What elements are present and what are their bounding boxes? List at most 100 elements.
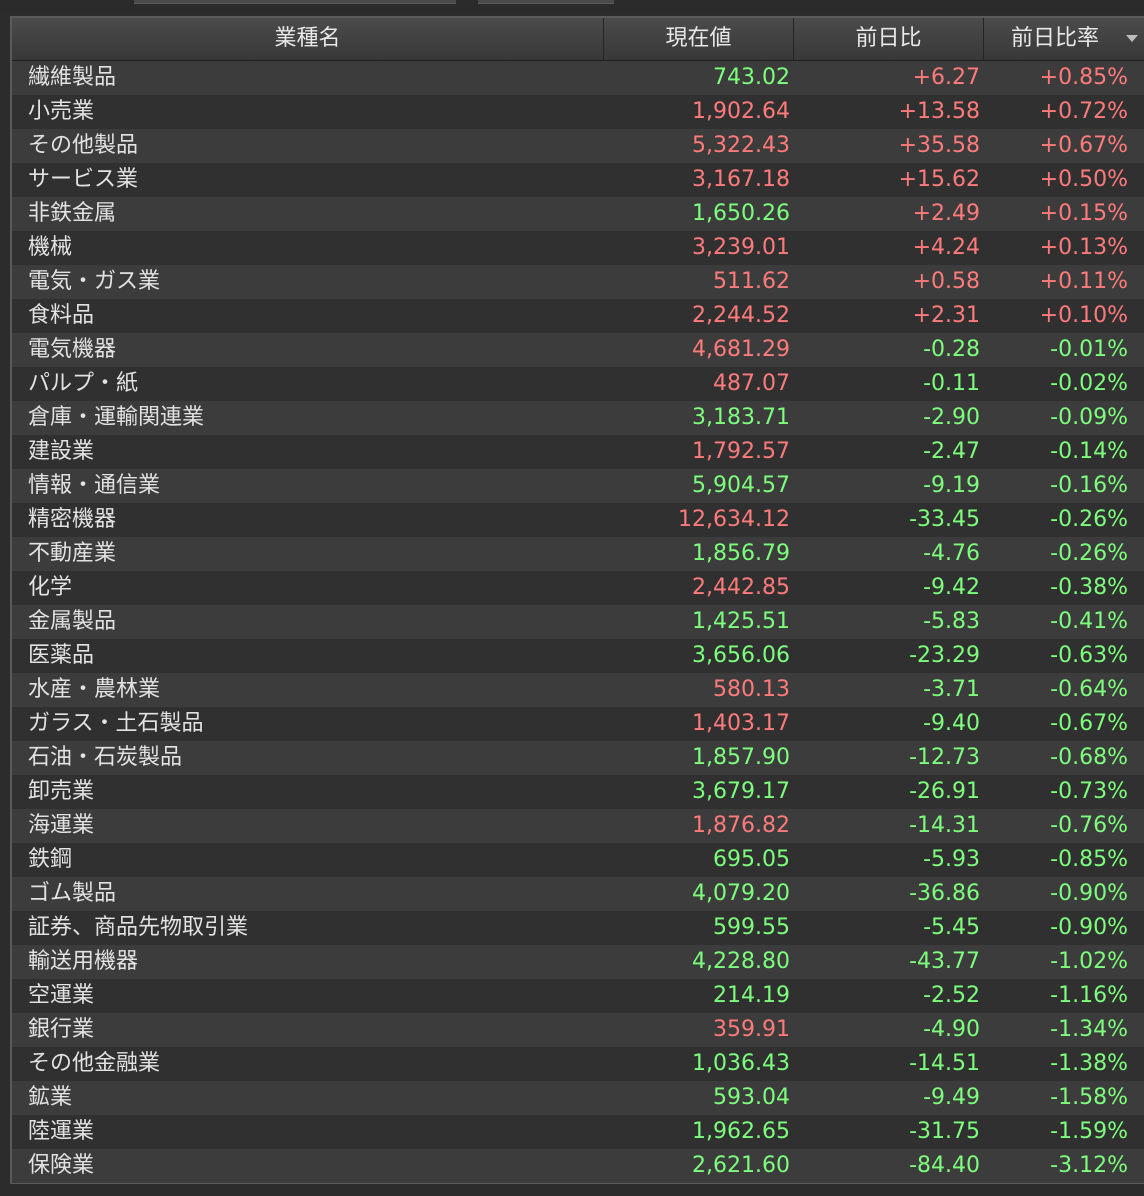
change-rate-cell: -1.59% bbox=[1050, 1119, 1128, 1144]
change-cell: -9.40 bbox=[923, 711, 980, 736]
toolbar-tab[interactable] bbox=[134, 0, 456, 4]
table-row[interactable]: 不動産業 1,856.79 -4.76 -0.26% bbox=[12, 537, 1144, 571]
sector-name-cell: 保険業 bbox=[28, 1153, 95, 1178]
table-row[interactable]: 海運業 1,876.82 -14.31 -0.76% bbox=[12, 809, 1144, 843]
change-cell: -5.45 bbox=[923, 915, 980, 940]
sector-name-cell: 倉庫・運輸関連業 bbox=[28, 405, 205, 430]
table-row[interactable]: 保険業 2,621.60 -84.40 -3.12% bbox=[12, 1149, 1144, 1183]
change-rate-cell: -0.63% bbox=[1050, 643, 1128, 668]
table-row[interactable]: 倉庫・運輸関連業 3,183.71 -2.90 -0.09% bbox=[12, 401, 1144, 435]
table-row[interactable]: 食料品 2,244.52 +2.31 +0.10% bbox=[12, 299, 1144, 333]
table-row[interactable]: 石油・石炭製品 1,857.90 -12.73 -0.68% bbox=[12, 741, 1144, 775]
change-cell: -2.52 bbox=[923, 983, 980, 1008]
change-cell: +35.58 bbox=[898, 133, 980, 158]
sector-name-cell: 情報・通信業 bbox=[28, 473, 161, 498]
table-row[interactable]: ガラス・土石製品 1,403.17 -9.40 -0.67% bbox=[12, 707, 1144, 741]
sector-name-cell: 石油・石炭製品 bbox=[28, 745, 183, 770]
column-header-current-price[interactable]: 現在値 bbox=[604, 18, 794, 60]
table-row[interactable]: 建設業 1,792.57 -2.47 -0.14% bbox=[12, 435, 1144, 469]
table-row[interactable]: サービス業 3,167.18 +15.62 +0.50% bbox=[12, 163, 1144, 197]
sort-descending-icon[interactable] bbox=[1126, 35, 1138, 42]
table-row[interactable]: 化学 2,442.85 -9.42 -0.38% bbox=[12, 571, 1144, 605]
table-header: 業種名 現在値 前日比 前日比率 bbox=[12, 18, 1144, 61]
change-cell: -5.93 bbox=[923, 847, 980, 872]
current-price-cell: 4,079.20 bbox=[692, 881, 790, 906]
sector-name-cell: 卸売業 bbox=[28, 779, 95, 804]
sector-name-cell: その他金融業 bbox=[28, 1051, 161, 1076]
current-price-cell: 1,902.64 bbox=[692, 99, 790, 124]
change-cell: -2.90 bbox=[923, 405, 980, 430]
table-row[interactable]: 医薬品 3,656.06 -23.29 -0.63% bbox=[12, 639, 1144, 673]
change-cell: +2.49 bbox=[912, 201, 980, 226]
table-row[interactable]: 情報・通信業 5,904.57 -9.19 -0.16% bbox=[12, 469, 1144, 503]
change-rate-cell: -0.26% bbox=[1050, 507, 1128, 532]
change-rate-cell: -1.38% bbox=[1050, 1051, 1128, 1076]
table-row[interactable]: 輸送用機器 4,228.80 -43.77 -1.02% bbox=[12, 945, 1144, 979]
toolbar-tab[interactable] bbox=[478, 0, 614, 4]
table-row[interactable]: 電気・ガス業 511.62 +0.58 +0.11% bbox=[12, 265, 1144, 299]
change-cell: -0.28 bbox=[923, 337, 980, 362]
current-price-cell: 359.91 bbox=[713, 1017, 790, 1042]
table-row[interactable]: 空運業 214.19 -2.52 -1.16% bbox=[12, 979, 1144, 1013]
table-row[interactable]: 金属製品 1,425.51 -5.83 -0.41% bbox=[12, 605, 1144, 639]
change-rate-cell: -0.90% bbox=[1050, 881, 1128, 906]
change-cell: -4.90 bbox=[923, 1017, 980, 1042]
table-row[interactable]: 小売業 1,902.64 +13.58 +0.72% bbox=[12, 95, 1144, 129]
column-header-change-rate[interactable]: 前日比率 bbox=[984, 18, 1144, 60]
change-cell: -33.45 bbox=[909, 507, 980, 532]
table-row[interactable]: 精密機器 12,634.12 -33.45 -0.26% bbox=[12, 503, 1144, 537]
current-price-cell: 5,904.57 bbox=[692, 473, 790, 498]
sector-name-cell: 輸送用機器 bbox=[28, 949, 139, 974]
change-rate-cell: -0.14% bbox=[1050, 439, 1128, 464]
sector-name-cell: 陸運業 bbox=[28, 1119, 95, 1144]
sector-name-cell: 鉄鋼 bbox=[28, 847, 73, 872]
column-header-sector-name[interactable]: 業種名 bbox=[12, 18, 604, 60]
current-price-cell: 4,681.29 bbox=[692, 337, 790, 362]
change-rate-cell: -0.67% bbox=[1050, 711, 1128, 736]
table-row[interactable]: 銀行業 359.91 -4.90 -1.34% bbox=[12, 1013, 1144, 1047]
table-row[interactable]: ゴム製品 4,079.20 -36.86 -0.90% bbox=[12, 877, 1144, 911]
column-header-change[interactable]: 前日比 bbox=[794, 18, 984, 60]
table-row[interactable]: 陸運業 1,962.65 -31.75 -1.59% bbox=[12, 1115, 1144, 1149]
table-row[interactable]: 卸売業 3,679.17 -26.91 -0.73% bbox=[12, 775, 1144, 809]
sector-name-cell: 繊維製品 bbox=[28, 65, 117, 90]
change-cell: +15.62 bbox=[898, 167, 980, 192]
table-row[interactable]: 鉄鋼 695.05 -5.93 -0.85% bbox=[12, 843, 1144, 877]
table-row[interactable]: 機械 3,239.01 +4.24 +0.13% bbox=[12, 231, 1144, 265]
change-rate-cell: +0.72% bbox=[1039, 99, 1128, 124]
current-price-cell: 3,183.71 bbox=[692, 405, 790, 430]
change-cell: -36.86 bbox=[909, 881, 980, 906]
current-price-cell: 1,857.90 bbox=[692, 745, 790, 770]
change-cell: +2.31 bbox=[912, 303, 980, 328]
table-row[interactable]: 証券、商品先物取引業 599.55 -5.45 -0.90% bbox=[12, 911, 1144, 945]
table-row[interactable]: 鉱業 593.04 -9.49 -1.58% bbox=[12, 1081, 1144, 1115]
current-price-cell: 599.55 bbox=[713, 915, 790, 940]
table-row[interactable]: その他金融業 1,036.43 -14.51 -1.38% bbox=[12, 1047, 1144, 1081]
current-price-cell: 695.05 bbox=[713, 847, 790, 872]
table-row[interactable]: 非鉄金属 1,650.26 +2.49 +0.15% bbox=[12, 197, 1144, 231]
change-cell: +6.27 bbox=[912, 65, 980, 90]
change-rate-cell: -0.38% bbox=[1050, 575, 1128, 600]
table-row[interactable]: 電気機器 4,681.29 -0.28 -0.01% bbox=[12, 333, 1144, 367]
current-price-cell: 5,322.43 bbox=[692, 133, 790, 158]
table-row[interactable]: 繊維製品 743.02 +6.27 +0.85% bbox=[12, 61, 1144, 95]
change-rate-cell: -0.02% bbox=[1050, 371, 1128, 396]
table-row[interactable]: 水産・農林業 580.13 -3.71 -0.64% bbox=[12, 673, 1144, 707]
sector-name-cell: 食料品 bbox=[28, 303, 95, 328]
current-price-cell: 12,634.12 bbox=[678, 507, 790, 532]
current-price-cell: 487.07 bbox=[713, 371, 790, 396]
table-row[interactable]: パルプ・紙 487.07 -0.11 -0.02% bbox=[12, 367, 1144, 401]
change-cell: -9.19 bbox=[923, 473, 980, 498]
change-rate-cell: +0.50% bbox=[1039, 167, 1128, 192]
change-rate-cell: -1.02% bbox=[1050, 949, 1128, 974]
change-cell: -43.77 bbox=[909, 949, 980, 974]
change-rate-cell: -0.76% bbox=[1050, 813, 1128, 838]
sector-name-cell: 精密機器 bbox=[28, 507, 117, 532]
table-row[interactable]: その他製品 5,322.43 +35.58 +0.67% bbox=[12, 129, 1144, 163]
current-price-cell: 1,425.51 bbox=[692, 609, 790, 634]
sector-name-cell: 空運業 bbox=[28, 983, 95, 1008]
sector-name-cell: 証券、商品先物取引業 bbox=[28, 915, 249, 940]
current-price-cell: 4,228.80 bbox=[692, 949, 790, 974]
change-rate-cell: -0.90% bbox=[1050, 915, 1128, 940]
current-price-cell: 580.13 bbox=[713, 677, 790, 702]
